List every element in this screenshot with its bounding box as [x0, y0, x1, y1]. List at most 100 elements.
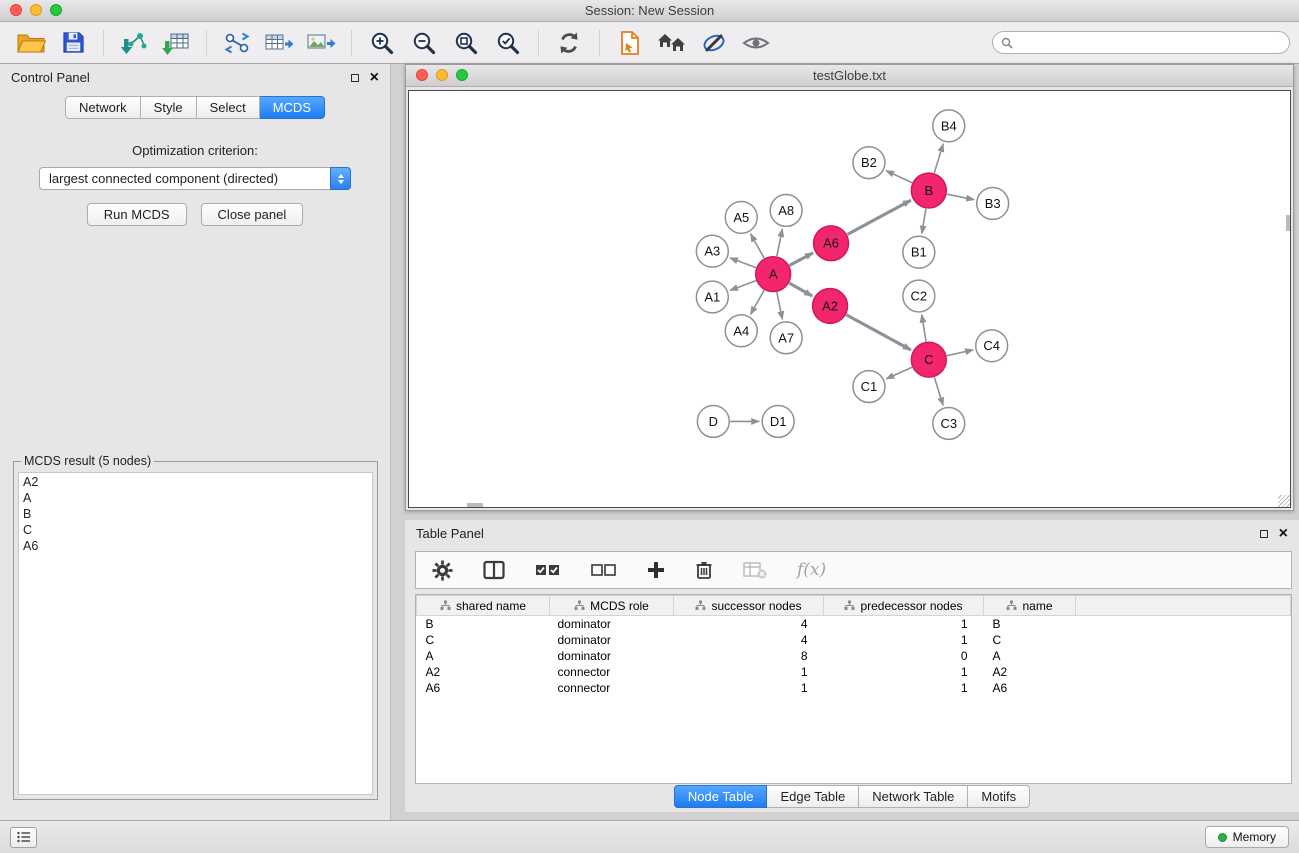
graph-edge-B-B2[interactable]: [886, 171, 912, 183]
table-row[interactable]: Adominator80A: [417, 648, 1291, 664]
graph-node-A6[interactable]: A6: [814, 226, 849, 261]
graph-node-B4[interactable]: B4: [933, 110, 965, 142]
graph-node-B1[interactable]: B1: [903, 236, 935, 268]
table-tab-node-table[interactable]: Node Table: [674, 785, 768, 808]
export-image-button[interactable]: [304, 26, 338, 60]
graph-edge-A-A1[interactable]: [730, 281, 756, 291]
graph-edge-A-A5[interactable]: [751, 234, 765, 258]
graph-node-A7[interactable]: A7: [770, 322, 802, 354]
graph-node-C3[interactable]: C3: [933, 407, 965, 439]
graph-node-A8[interactable]: A8: [770, 195, 802, 227]
control-panel-tab-select[interactable]: Select: [197, 96, 260, 119]
mcds-result-list[interactable]: A2ABCA6: [18, 472, 373, 795]
export-table-button[interactable]: [262, 26, 296, 60]
graph-edge-B-B3[interactable]: [947, 194, 974, 200]
function-builder-button[interactable]: f(x): [797, 560, 826, 580]
mcds-result-item[interactable]: B: [23, 506, 368, 522]
mcds-result-item[interactable]: A2: [23, 474, 368, 490]
mcds-result-item[interactable]: A6: [23, 538, 368, 554]
delete-column-button[interactable]: [695, 560, 713, 580]
graph-edge-A-A4[interactable]: [751, 290, 765, 314]
close-panel-icon[interactable]: ×: [1279, 527, 1288, 541]
graph-edge-B-B4[interactable]: [934, 144, 943, 173]
column-header-shared-name[interactable]: shared name: [417, 596, 550, 616]
graph-node-C[interactable]: C: [911, 342, 946, 377]
graph-edge-C-C4[interactable]: [947, 350, 973, 356]
graph-edge-C-C3[interactable]: [934, 377, 943, 405]
toggle-visibility-button[interactable]: [739, 26, 773, 60]
control-panel-tab-mcds[interactable]: MCDS: [260, 96, 325, 119]
column-header-MCDS-role[interactable]: MCDS role: [550, 596, 674, 616]
export-network-button[interactable]: [220, 26, 254, 60]
graph-edge-C-C1[interactable]: [886, 367, 912, 379]
graph-edge-A-A8[interactable]: [777, 229, 783, 256]
table-row[interactable]: A2connector11A2: [417, 664, 1291, 680]
vertical-scrollbar-thumb[interactable]: [1286, 215, 1290, 231]
panel-selector-button[interactable]: [10, 827, 37, 848]
table-tab-network-table[interactable]: Network Table: [859, 785, 968, 808]
graph-node-A3[interactable]: A3: [696, 235, 728, 267]
table-tab-edge-table[interactable]: Edge Table: [767, 785, 859, 808]
close-panel-icon[interactable]: ×: [370, 71, 379, 85]
horizontal-scrollbar-thumb[interactable]: [467, 503, 483, 507]
graph-node-A1[interactable]: A1: [696, 281, 728, 313]
select-all-button[interactable]: [535, 561, 561, 579]
graph-node-C4[interactable]: C4: [976, 330, 1008, 362]
graph-edge-A-A6[interactable]: [789, 253, 813, 266]
delete-table-button[interactable]: [743, 561, 767, 579]
graph-edge-A-A7[interactable]: [777, 292, 783, 319]
memory-button[interactable]: Memory: [1205, 826, 1289, 848]
graph-node-A2[interactable]: A2: [813, 289, 848, 324]
graphics-details-button[interactable]: [697, 26, 731, 60]
graph-node-B[interactable]: B: [911, 173, 946, 208]
zoom-fit-button[interactable]: [449, 26, 483, 60]
minimize-window-button[interactable]: [30, 4, 42, 16]
graph-node-D1[interactable]: D1: [762, 405, 794, 437]
import-network-button[interactable]: [117, 26, 151, 60]
run-mcds-button[interactable]: Run MCDS: [87, 203, 187, 226]
graph-node-D[interactable]: D: [697, 405, 729, 437]
control-panel-tab-network[interactable]: Network: [65, 96, 141, 119]
add-column-button[interactable]: [647, 561, 665, 579]
graph-node-B3[interactable]: B3: [977, 188, 1009, 220]
open-session-button[interactable]: [14, 26, 48, 60]
graph-edge-B-B1[interactable]: [922, 209, 926, 234]
network-graph[interactable]: B4B2BB3A8A5A6A3B1AC2A1A2A4A7C4CC1DD1C3: [409, 91, 1290, 507]
graph-edge-C-C2[interactable]: [922, 315, 926, 342]
graph-node-B2[interactable]: B2: [853, 147, 885, 179]
close-window-button[interactable]: [416, 69, 428, 81]
minimize-window-button[interactable]: [436, 69, 448, 81]
criterion-dropdown[interactable]: largest connected component (directed): [39, 167, 351, 190]
column-header-name[interactable]: name: [984, 596, 1076, 616]
graph-edge-A-A3[interactable]: [730, 258, 756, 268]
save-session-button[interactable]: [56, 26, 90, 60]
graph-edge-A2-C[interactable]: [846, 315, 911, 350]
network-canvas[interactable]: B4B2BB3A8A5A6A3B1AC2A1A2A4A7C4CC1DD1C3: [408, 90, 1291, 508]
graph-node-C2[interactable]: C2: [903, 280, 935, 312]
title-bar[interactable]: Session: New Session: [0, 0, 1299, 22]
graph-edge-A-A2[interactable]: [789, 283, 812, 296]
graph-node-A5[interactable]: A5: [725, 201, 757, 233]
close-window-button[interactable]: [10, 4, 22, 16]
resize-corner[interactable]: [1278, 495, 1290, 507]
column-header-predecessor-nodes[interactable]: predecessor nodes: [824, 596, 984, 616]
zoom-window-button[interactable]: [456, 69, 468, 81]
table-row[interactable]: Bdominator41B: [417, 616, 1291, 633]
close-panel-button[interactable]: Close panel: [201, 203, 304, 226]
table-tab-motifs[interactable]: Motifs: [968, 785, 1030, 808]
mcds-result-item[interactable]: C: [23, 522, 368, 538]
network-overview-button[interactable]: [655, 26, 689, 60]
show-columns-button[interactable]: [483, 560, 505, 580]
network-window-titlebar[interactable]: testGlobe.txt: [406, 65, 1293, 87]
control-panel-tab-style[interactable]: Style: [141, 96, 197, 119]
table-row[interactable]: Cdominator41C: [417, 632, 1291, 648]
mcds-result-item[interactable]: A: [23, 490, 368, 506]
float-panel-icon[interactable]: [1260, 530, 1268, 538]
graph-node-A[interactable]: A: [756, 257, 791, 292]
import-table-button[interactable]: [159, 26, 193, 60]
float-panel-icon[interactable]: [351, 74, 359, 82]
node-table[interactable]: shared nameMCDS rolesuccessor nodesprede…: [415, 594, 1292, 784]
annotation-button[interactable]: [613, 26, 647, 60]
deselect-all-button[interactable]: [591, 561, 617, 579]
zoom-selected-button[interactable]: [491, 26, 525, 60]
